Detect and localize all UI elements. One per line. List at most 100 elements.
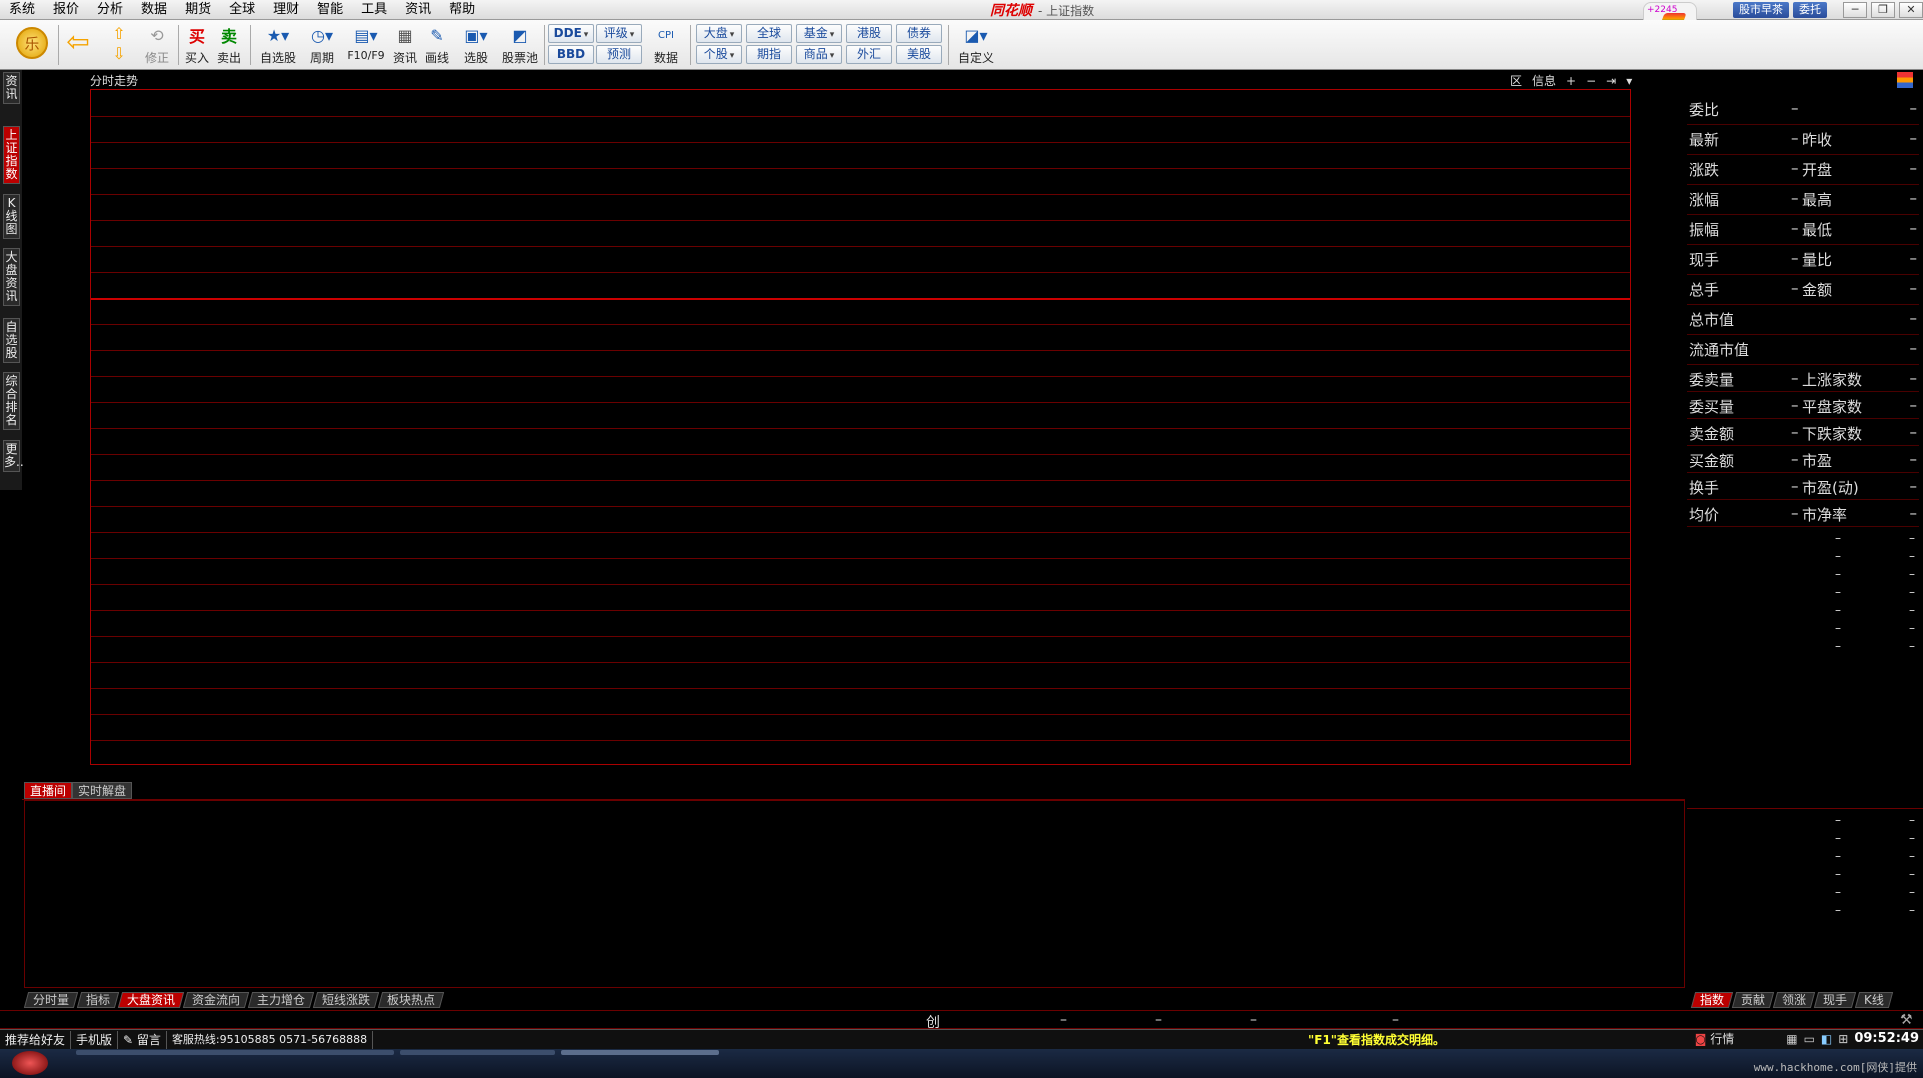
commodity-button[interactable]: 商品 <box>796 45 842 64</box>
mobile-link[interactable]: 手机版 <box>71 1030 119 1049</box>
message-link[interactable]: ✎ 留言 <box>118 1030 167 1049</box>
expand-icon[interactable]: ⇥ <box>1604 74 1618 88</box>
fund-button[interactable]: 基金 <box>796 24 842 43</box>
pick-button[interactable]: ▣▾ 选股 <box>456 23 496 67</box>
menu-help[interactable]: 帮助 <box>440 0 484 20</box>
bond-button[interactable]: 债券 <box>896 24 942 43</box>
chat-icon[interactable]: ▭ <box>1804 1032 1815 1046</box>
wrench-icon[interactable]: ⚒ <box>1900 1012 1913 1028</box>
menu-news[interactable]: 资讯 <box>396 0 440 20</box>
tab-kline[interactable]: K线 <box>1854 992 1894 1008</box>
chart-menu-icon[interactable]: ▾ <box>1624 74 1634 88</box>
menu-futures[interactable]: 期货 <box>176 0 220 20</box>
left-tab-more[interactable]: 更多.. <box>3 440 24 472</box>
restore-button[interactable]: ❐ <box>1871 2 1895 18</box>
taskbar-item[interactable] <box>561 1050 719 1055</box>
watchlist-button[interactable]: ★▾ 自选股 <box>256 23 300 67</box>
tab-label: 分时量 <box>33 993 70 1007</box>
index-value: – <box>1250 1012 1257 1028</box>
layout-icon[interactable] <box>1897 72 1913 88</box>
tab-current-hand[interactable]: 现手 <box>1813 992 1857 1008</box>
menu-tools[interactable]: 工具 <box>352 0 396 20</box>
tab-leaders[interactable]: 领涨 <box>1772 992 1816 1008</box>
rating-button[interactable]: 评级 <box>596 24 642 43</box>
gegu-button[interactable]: 个股 <box>696 45 742 64</box>
forecast-button[interactable]: 预测 <box>596 45 642 64</box>
menu-system[interactable]: 系统 <box>0 0 44 20</box>
refresh-icon: ⟲ <box>150 25 164 45</box>
buy-button[interactable]: 买 买入 <box>182 23 212 67</box>
tab-realtime-analysis[interactable]: 实时解盘 <box>72 782 133 799</box>
zoom-out-icon[interactable]: − <box>1584 74 1598 88</box>
left-tab-news[interactable]: 资讯 <box>3 72 20 104</box>
hk-button[interactable]: 港股 <box>846 24 892 43</box>
tab-index[interactable]: 指数 <box>1690 992 1734 1008</box>
recommend-link[interactable]: 推荐给好友 <box>0 1030 72 1049</box>
menu-finance[interactable]: 理财 <box>264 0 308 20</box>
start-button[interactable] <box>12 1051 48 1075</box>
quote-label: 总市值 <box>1689 311 1735 329</box>
tab-label: 领涨 <box>1782 993 1807 1007</box>
dde-button[interactable]: DDE <box>548 24 594 43</box>
zoom-in-icon[interactable]: + <box>1564 74 1578 88</box>
menu-data[interactable]: 数据 <box>132 0 176 20</box>
us-stock-button[interactable]: 美股 <box>896 45 942 64</box>
quote-value: – <box>1909 396 1918 414</box>
futures-index-button[interactable]: 期指 <box>746 45 792 64</box>
sell-button[interactable]: 卖 卖出 <box>214 23 244 67</box>
market-status[interactable]: ◙ 行情 <box>1695 1030 1735 1047</box>
network-icon[interactable]: ⊞ <box>1838 1032 1848 1046</box>
taskbar-item[interactable] <box>76 1050 394 1055</box>
data-button[interactable]: CPI 数据 <box>646 23 686 67</box>
back-button[interactable]: ⇦ <box>62 23 94 67</box>
menu-analysis[interactable]: 分析 <box>88 0 132 20</box>
tab-main-increase[interactable]: 主力增仓 <box>247 992 315 1008</box>
tab-fund-flow[interactable]: 资金流向 <box>182 992 250 1008</box>
tab-contribution[interactable]: 贡献 <box>1731 992 1775 1008</box>
updown-button[interactable]: ⇧ ⇩ <box>104 23 134 67</box>
entrust-button[interactable]: 委托 <box>1793 2 1827 18</box>
forex-button[interactable]: 外汇 <box>846 45 892 64</box>
news-early-button[interactable]: 股市早茶 <box>1733 2 1789 18</box>
custom-button[interactable]: ◪▾ 自定义 <box>954 23 998 67</box>
menu-quote[interactable]: 报价 <box>44 0 88 20</box>
period-button[interactable]: ◷▾ 周期 <box>302 23 342 67</box>
left-tab-watchlist[interactable]: 自选股 <box>3 318 20 363</box>
tab-live-room[interactable]: 直播间 <box>24 782 73 799</box>
news-button[interactable]: ▦ 资讯 <box>390 23 420 67</box>
pool-button[interactable]: ◩ 股票池 <box>500 23 540 67</box>
draw-button[interactable]: ✎ 画线 <box>422 23 452 67</box>
tab-indicator[interactable]: 指标 <box>76 992 120 1008</box>
bbd-button[interactable]: BBD <box>548 45 594 64</box>
taskbar-item[interactable] <box>400 1050 555 1055</box>
left-tab-index[interactable]: 上证指数 <box>3 126 20 184</box>
le-button[interactable]: 乐 <box>12 23 52 67</box>
close-button[interactable]: ✕ <box>1899 2 1923 18</box>
chart-info-button[interactable]: 信息 <box>1530 72 1558 89</box>
window-icon[interactable]: ◧ <box>1821 1032 1832 1046</box>
fix-button[interactable]: ⟲ 修正 <box>142 23 172 67</box>
quote-value: – <box>1909 423 1918 441</box>
quote-label: 昨收 <box>1802 131 1833 149</box>
left-tab-ranking[interactable]: 综合排名 <box>3 372 20 430</box>
sell-icon: 卖 <box>220 27 237 46</box>
dapan-button[interactable]: 大盘 <box>696 24 742 43</box>
f10-button[interactable]: ▤▾ F10/F9 <box>344 23 388 67</box>
minimize-button[interactable]: ─ <box>1843 2 1867 18</box>
left-tab-kline[interactable]: K线图 <box>3 194 20 239</box>
calendar-icon[interactable]: ▦ <box>1786 1032 1797 1046</box>
tab-volume[interactable]: 分时量 <box>23 992 79 1008</box>
chart-gridline <box>91 246 1630 247</box>
tab-sector-hot[interactable]: 板块热点 <box>377 992 445 1008</box>
menu-global[interactable]: 全球 <box>220 0 264 20</box>
chart-zone-button[interactable]: 区 <box>1508 72 1524 89</box>
left-tab-market-news[interactable]: 大盘资讯 <box>3 248 20 306</box>
global-button[interactable]: 全球 <box>746 24 792 43</box>
empty-value: – <box>1909 831 1915 845</box>
quote-value: – <box>1909 99 1918 117</box>
tab-short-term[interactable]: 短线涨跌 <box>312 992 380 1008</box>
menu-smart[interactable]: 智能 <box>308 0 352 20</box>
left-tab-bar: 资讯 上证指数 K线图 大盘资讯 自选股 综合排名 更多.. <box>0 70 24 490</box>
intraday-chart[interactable] <box>90 89 1631 765</box>
tab-market-news[interactable]: 大盘资讯 <box>117 992 185 1008</box>
